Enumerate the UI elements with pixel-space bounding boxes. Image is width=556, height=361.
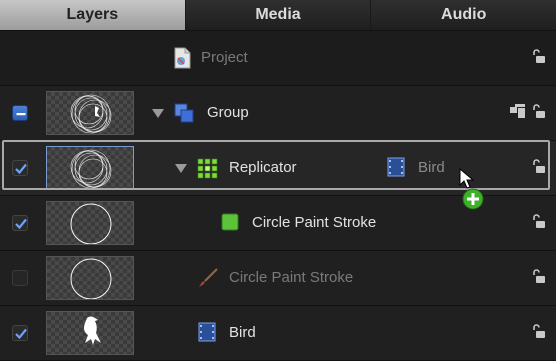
unlock-icon[interactable] [530,268,546,289]
layer-enable-checkbox[interactable] [12,105,28,121]
layer-row-bird[interactable]: Bird [0,306,556,361]
project-document-icon [172,47,192,74]
disclosure-triangle-icon[interactable] [175,164,187,173]
layer-label: Bird [229,324,256,341]
shape-square-icon [221,213,239,236]
layer-row-group[interactable]: Group [0,86,556,141]
layer-enable-checkbox[interactable] [12,325,28,341]
unlock-icon[interactable] [530,103,546,124]
layer-thumbnail [46,256,134,300]
layer-thumbnail [46,311,134,355]
layer-thumbnail [46,146,134,190]
tab-layers[interactable]: Layers [0,0,186,30]
unlock-icon[interactable] [530,213,546,234]
unlock-icon[interactable] [530,48,546,69]
layer-enable-checkbox[interactable] [12,270,28,286]
layer-enable-checkbox[interactable] [12,215,28,231]
replicator-source-label: Bird [418,159,445,176]
layer-label: Project [201,49,248,66]
image-filmstrip-icon [198,322,216,347]
layer-thumbnail [46,201,134,245]
disclosure-triangle-icon[interactable] [152,109,164,118]
layer-mode-icon[interactable] [510,104,526,123]
layer-row-circle-paint-stroke-disabled[interactable]: Circle Paint Stroke [0,251,556,306]
layer-label: Group [207,104,249,121]
group-stack-icon [173,102,195,129]
layer-thumbnail [46,91,134,135]
unlock-icon[interactable] [530,158,546,179]
layer-label: Circle Paint Stroke [252,214,377,231]
image-filmstrip-icon [387,157,405,182]
layer-enable-checkbox[interactable] [12,160,28,176]
layer-row-project[interactable]: Project [0,31,556,86]
layer-label: Circle Paint Stroke [229,269,354,286]
unlock-icon[interactable] [530,323,546,344]
tab-media[interactable]: Media [185,0,372,30]
replicator-icon [196,157,218,184]
layer-label: Replicator [229,159,297,176]
tab-audio[interactable]: Audio [371,0,556,30]
add-plus-icon [462,188,484,215]
tab-bar: Layers Media Audio [0,0,556,31]
paint-brush-icon [197,267,219,294]
